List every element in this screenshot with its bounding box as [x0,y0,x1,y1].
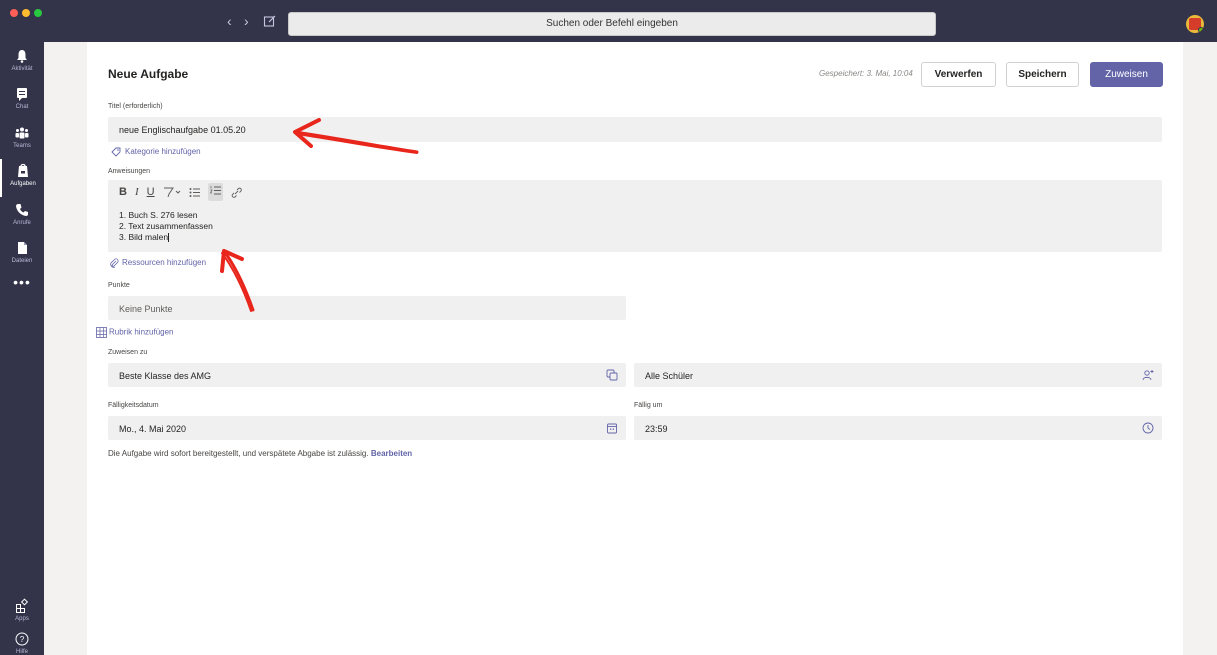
rail-item-help[interactable]: ? Hilfe [0,627,44,655]
text-cursor [168,233,170,243]
students-select[interactable]: Alle Schüler [634,363,1162,387]
rail-item-activity[interactable]: Aktivität [0,44,44,82]
forward-arrow-icon[interactable]: › [244,14,249,28]
due-time-input[interactable]: 23:59 [634,416,1162,440]
rail-item-assignments[interactable]: Aufgaben [0,159,44,197]
format-toolbar: B I U [119,183,242,201]
title-label: Titel (erforderlich) [108,103,163,110]
availability-note-text: Die Aufgabe wird sofort bereitgestellt, … [108,449,369,458]
rail-item-files[interactable]: Dateien [0,236,44,274]
add-resources-label: Ressourcen hinzufügen [122,258,207,268]
zoom-window-button[interactable] [34,9,42,17]
tag-icon [111,147,121,157]
assignments-icon [18,163,28,177]
due-time-label: Fällig um [634,402,663,409]
rail-item-teams[interactable]: Teams [0,121,44,159]
due-date-label: Fälligkeitsdatum [108,402,159,409]
phone-icon [16,204,28,216]
instructions-label: Anweisungen [108,168,151,175]
rail-item-label: Anrufe [13,220,31,226]
rail-item-label: Aktivität [11,66,33,72]
rail-item-chat[interactable]: Chat [0,82,44,120]
saved-status: Gespeichert: 3. Mai, 10:04 [819,69,913,78]
status-available-icon [1198,27,1204,33]
link-icon[interactable] [231,187,242,198]
class-select[interactable]: Beste Klasse des AMG [108,363,626,387]
close-window-button[interactable] [10,9,18,17]
title-bar: ‹ › Suchen oder Befehl eingeben [0,0,1217,42]
students-value: Alle Schüler [645,371,694,381]
instruction-line: 3. Bild malen [119,232,169,242]
save-button[interactable]: Speichern [1006,62,1079,87]
numbered-list-icon [209,186,221,195]
rail-item-label: Aufgaben [10,181,36,187]
assign-to-label: Zuweisen zu [108,349,148,356]
search-input[interactable]: Suchen oder Befehl eingeben [288,12,936,36]
add-category-label: Kategorie hinzufügen [125,147,201,157]
class-value: Beste Klasse des AMG [119,371,212,381]
calendar-icon[interactable] [606,422,618,434]
rail-item-label: Hilfe [15,649,28,655]
files-icon [18,242,27,254]
due-time-value: 23:59 [645,424,668,434]
edit-availability-link[interactable]: Bearbeiten [371,449,412,458]
user-avatar[interactable] [1186,15,1204,33]
minimize-window-button[interactable] [22,9,30,17]
bell-icon [17,50,27,63]
rail-item-label: Apps [15,616,29,622]
rubric-grid-icon [96,327,107,338]
italic-icon[interactable]: I [135,186,139,198]
page-title: Neue Aufgabe [108,67,189,81]
highlight-icon[interactable] [163,186,181,198]
title-input[interactable]: neue Englischaufgabe 01.05.20 [108,117,1162,142]
availability-note: Die Aufgabe wird sofort bereitgestellt, … [108,449,412,458]
rail-item-label: Teams [13,143,31,149]
rail-item-label: Chat [15,104,29,110]
bulleted-list-icon[interactable] [189,187,200,198]
due-date-input[interactable]: Mo., 4. Mai 2020 [108,416,626,440]
apps-icon [16,598,29,613]
instruction-line: 2. Text zusammenfassen [119,221,213,231]
add-rubric-link[interactable]: Rubrik hinzufügen [96,327,173,338]
class-picker-icon[interactable] [606,369,618,381]
help-icon: ? [15,632,29,646]
underline-icon[interactable]: U [147,186,155,198]
discard-button[interactable]: Verwerfen [921,62,996,87]
assign-button[interactable]: Zuweisen [1090,62,1163,87]
clock-icon[interactable] [1142,422,1154,434]
bold-icon[interactable]: B [119,186,127,198]
points-label: Punkte [108,282,130,289]
numbered-list-active[interactable] [207,183,223,201]
instructions-editor[interactable]: B I U 1. Buch S. 276 lesen 2. Text zusam… [108,180,1162,252]
chat-icon [17,88,27,101]
svg-text:?: ? [20,635,25,644]
rail-item-label: Dateien [11,258,33,264]
add-students-icon[interactable] [1142,369,1154,381]
assignment-editor: Neue Aufgabe Gespeichert: 3. Mai, 10:04 … [87,42,1183,655]
teams-icon [15,127,29,139]
add-category-link[interactable]: Kategorie hinzufügen [111,147,201,157]
instructions-text[interactable]: 1. Buch S. 276 lesen 2. Text zusammenfas… [119,210,213,243]
paperclip-icon [110,258,119,268]
add-resources-link[interactable]: Ressourcen hinzufügen [109,258,206,268]
instruction-line: 1. Buch S. 276 lesen [119,210,198,220]
more-apps-icon[interactable]: ••• [0,274,44,290]
points-input[interactable]: Keine Punkte [108,296,626,320]
add-rubric-label: Rubrik hinzufügen [109,327,174,337]
app-rail: Aktivität Chat Teams Aufgaben Anrufe Dat… [0,42,44,655]
rail-item-calls[interactable]: Anrufe [0,198,44,236]
compose-icon[interactable] [263,14,277,28]
due-date-value: Mo., 4. Mai 2020 [119,424,187,434]
back-arrow-icon[interactable]: ‹ [227,14,232,28]
